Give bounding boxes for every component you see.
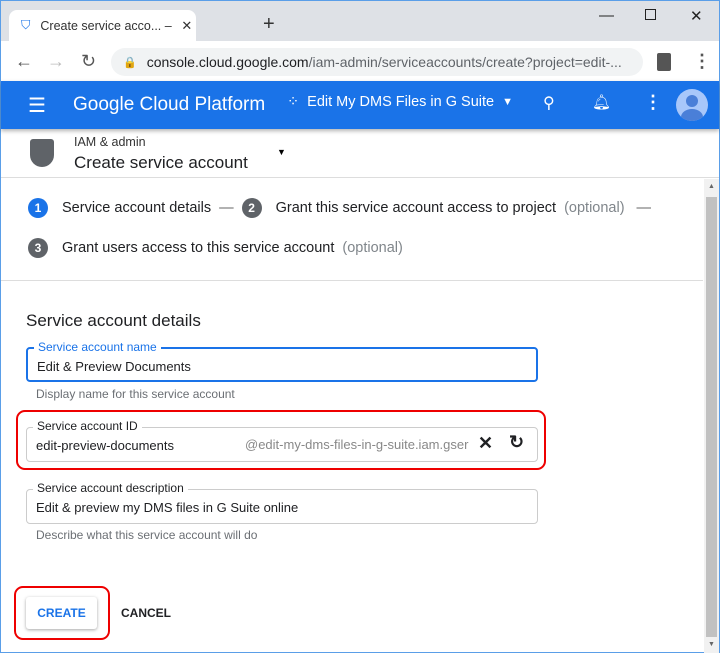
- title-dropdown-icon[interactable]: ▼: [277, 147, 286, 157]
- name-hint: Display name for this service account: [36, 387, 235, 401]
- field-value: Edit & Preview Documents: [37, 359, 191, 374]
- hamburger-menu-icon[interactable]: ☰: [28, 93, 46, 118]
- shield-favicon-icon: ⛉: [21, 18, 31, 32]
- maximize-icon[interactable]: [645, 9, 656, 20]
- create-button[interactable]: CREATE: [26, 597, 97, 629]
- step-number: 2: [241, 198, 262, 218]
- stepper-row-2: 3 Grant users access to this service acc…: [28, 238, 403, 258]
- scroll-up-icon[interactable]: ▲: [708, 183, 715, 190]
- section-label: IAM & admin: [74, 135, 146, 149]
- notifications-icon[interactable]: 🔔︎: [592, 93, 611, 111]
- service-account-name-input[interactable]: Service account name Edit & Preview Docu…: [26, 340, 538, 382]
- scroll-down-icon[interactable]: ▼: [708, 641, 715, 648]
- more-icon[interactable]: ⋮: [644, 92, 662, 113]
- lock-icon: 🔒: [123, 56, 137, 69]
- browser-menu-icon[interactable]: ⋮: [693, 51, 711, 72]
- step-optional: (optional): [564, 200, 625, 216]
- id-suffix: @edit-my-dms-files-in-g-suite.iam.gser: [245, 437, 469, 452]
- scrollbar[interactable]: ▲ ▼: [704, 179, 719, 653]
- step-3-label[interactable]: Grant users access to this service accou…: [62, 240, 334, 256]
- gcp-header: ☰ Google Cloud Platform ⁘ Edit My DMS Fi…: [1, 81, 719, 129]
- service-account-description-input[interactable]: Service account description Edit & previ…: [26, 481, 538, 524]
- browser-tab[interactable]: ⛉ Create service acco... – IAM & admin ✕: [9, 10, 196, 41]
- step-optional: (optional): [342, 240, 403, 256]
- step-1-label[interactable]: Service account details: [62, 200, 211, 216]
- clear-icon[interactable]: ✕: [478, 433, 493, 454]
- profile-badge-icon[interactable]: [657, 53, 671, 71]
- url-path: /iam-admin/serviceaccounts/create?projec…: [308, 54, 622, 70]
- project-selector[interactable]: ⁘ Edit My DMS Files in G Suite ▼: [287, 94, 513, 110]
- tab-title: Create service acco... – IAM & admin: [40, 18, 173, 33]
- new-tab-icon[interactable]: +: [263, 13, 275, 36]
- stepper-row-1: 1 Service account details — 2 Grant this…: [28, 198, 651, 218]
- stepper: 1 Service account details — 2 Grant this…: [1, 179, 703, 281]
- field-value: Edit & preview my DMS files in G Suite o…: [36, 500, 299, 515]
- page-subheader: IAM & admin Create service account ▼: [1, 129, 719, 178]
- step-number: 3: [28, 238, 48, 258]
- close-tab-icon[interactable]: ✕: [181, 18, 192, 34]
- back-icon[interactable]: ←: [15, 51, 33, 72]
- cancel-button[interactable]: CANCEL: [121, 606, 171, 620]
- step-2-label[interactable]: Grant this service account access to pro…: [276, 200, 556, 216]
- project-name: Edit My DMS Files in G Suite: [307, 94, 495, 110]
- page-title: Create service account: [74, 153, 248, 172]
- description-hint: Describe what this service account will …: [36, 528, 258, 542]
- forward-icon[interactable]: →: [47, 51, 65, 72]
- iam-shield-icon: [30, 139, 54, 167]
- refresh-icon[interactable]: ↻: [509, 432, 524, 453]
- url-host: console.cloud.google.com: [146, 54, 309, 70]
- close-window-icon[interactable]: ✕: [690, 7, 703, 25]
- field-label: Service account description: [33, 481, 188, 495]
- address-bar[interactable]: 🔒 console.cloud.google.com/iam-admin/ser…: [111, 48, 643, 76]
- scroll-thumb[interactable]: [706, 197, 717, 637]
- field-label: Service account ID: [33, 419, 142, 433]
- field-label: Service account name: [34, 340, 161, 354]
- chevron-down-icon: ▼: [502, 96, 513, 108]
- service-account-id-input[interactable]: Service account ID edit-preview-document…: [26, 419, 538, 462]
- form-title: Service account details: [26, 311, 201, 330]
- reload-icon[interactable]: ↻: [81, 51, 96, 72]
- minimize-icon[interactable]: —: [599, 7, 614, 24]
- avatar[interactable]: [676, 89, 708, 121]
- project-icon: ⁘: [287, 94, 300, 110]
- search-icon[interactable]: ⚲: [543, 93, 555, 113]
- field-value: edit-preview-documents: [36, 438, 175, 453]
- step-number: 1: [28, 198, 48, 218]
- brand[interactable]: Google Cloud Platform: [73, 94, 265, 116]
